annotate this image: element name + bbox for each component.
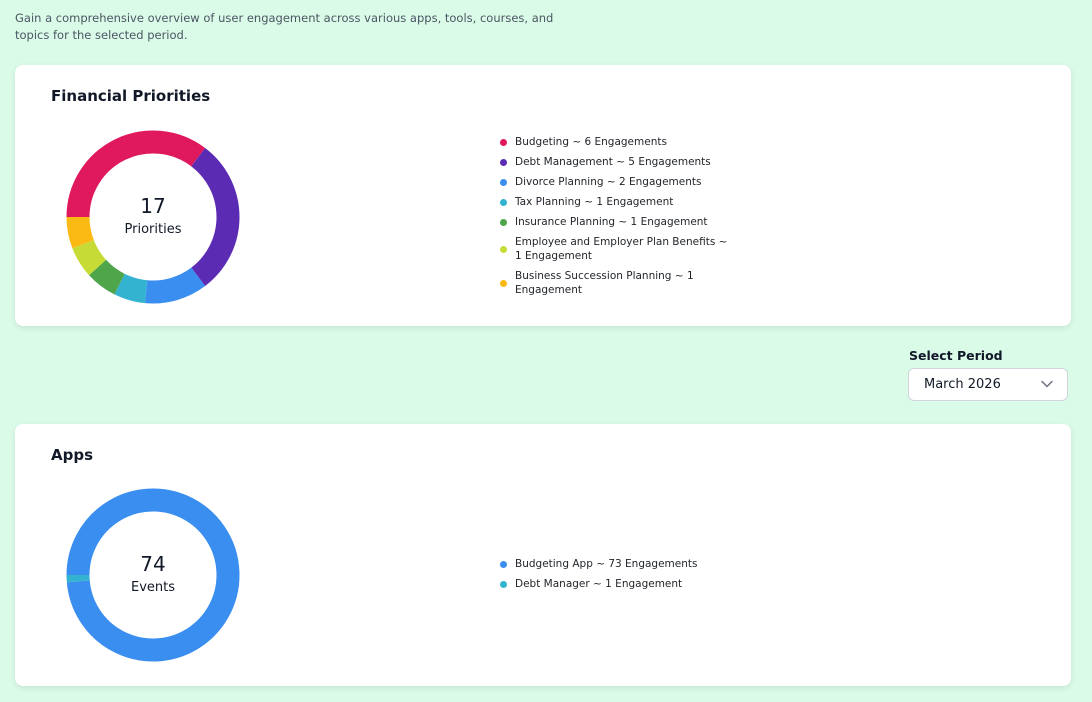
period-label: Select Period	[909, 348, 1003, 363]
legend-item-employee-employer-plan-benefits: Employee and Employer Plan Benefits ~ 1 …	[500, 235, 730, 263]
apps-total: 74	[140, 552, 166, 576]
apps-total-label: Events	[130, 580, 175, 595]
apps-donut-chart: 74 Events	[65, 487, 241, 663]
legend-item-debt-manager: Debt Manager ~ 1 Engagement	[500, 577, 730, 591]
legend-dot	[500, 198, 507, 206]
legend-dot	[500, 279, 507, 287]
legend-item-debt-management: Debt Management ~ 5 Engagements	[500, 155, 730, 169]
legend-label: Budgeting App ~ 73 Engagements	[515, 558, 698, 570]
legend-item-tax-planning: Tax Planning ~ 1 Engagement	[500, 195, 730, 209]
financial-priorities-card: Financial Priorities 17 Priorities Budge…	[15, 65, 1071, 326]
financial-priorities-donut-center: 17 Priorities	[65, 129, 241, 305]
legend-item-insurance-planning: Insurance Planning ~ 1 Engagement	[500, 215, 730, 229]
legend-dot	[500, 580, 507, 588]
legend-dot	[500, 560, 507, 568]
legend-dot	[500, 245, 507, 253]
legend-label: Insurance Planning ~ 1 Engagement	[515, 216, 708, 228]
legend-label: Budgeting ~ 6 Engagements	[515, 136, 667, 148]
financial-priorities-legend: Budgeting ~ 6 Engagements Debt Managemen…	[500, 135, 730, 303]
period-selector: Select Period March 2026	[908, 348, 1068, 401]
apps-title: Apps	[51, 446, 94, 464]
chevron-down-icon	[1041, 377, 1053, 392]
legend-label: Debt Management ~ 5 Engagements	[515, 156, 711, 168]
legend-label: Tax Planning ~ 1 Engagement	[515, 196, 674, 208]
legend-label: Divorce Planning ~ 2 Engagements	[515, 176, 702, 188]
financial-priorities-total: 17	[140, 194, 166, 218]
period-dropdown[interactable]: March 2026	[908, 368, 1068, 401]
legend-item-budgeting-app: Budgeting App ~ 73 Engagements	[500, 557, 730, 571]
legend-item-business-succession-planning: Business Succession Planning ~ 1 Engagem…	[500, 269, 730, 297]
apps-donut-center: 74 Events	[65, 487, 241, 663]
legend-label: Business Succession Planning ~ 1 Engagem…	[515, 270, 694, 296]
financial-priorities-title: Financial Priorities	[51, 87, 211, 105]
legend-dot	[500, 158, 507, 166]
legend-label: Debt Manager ~ 1 Engagement	[515, 578, 683, 590]
legend-dot	[500, 218, 507, 226]
legend-item-budgeting: Budgeting ~ 6 Engagements	[500, 135, 730, 149]
apps-card: Apps 74 Events Budgeting App ~ 73 Engage…	[15, 424, 1071, 686]
legend-dot	[500, 138, 507, 146]
legend-label: Employee and Employer Plan Benefits ~ 1 …	[515, 236, 728, 262]
financial-priorities-donut-chart: 17 Priorities	[65, 129, 241, 305]
legend-dot	[500, 178, 507, 186]
financial-priorities-total-label: Priorities	[124, 222, 182, 237]
page-description: Gain a comprehensive overview of user en…	[15, 11, 554, 42]
period-selected-value: March 2026	[924, 377, 1001, 392]
apps-legend: Budgeting App ~ 73 Engagements Debt Mana…	[500, 557, 730, 597]
legend-item-divorce-planning: Divorce Planning ~ 2 Engagements	[500, 175, 730, 189]
